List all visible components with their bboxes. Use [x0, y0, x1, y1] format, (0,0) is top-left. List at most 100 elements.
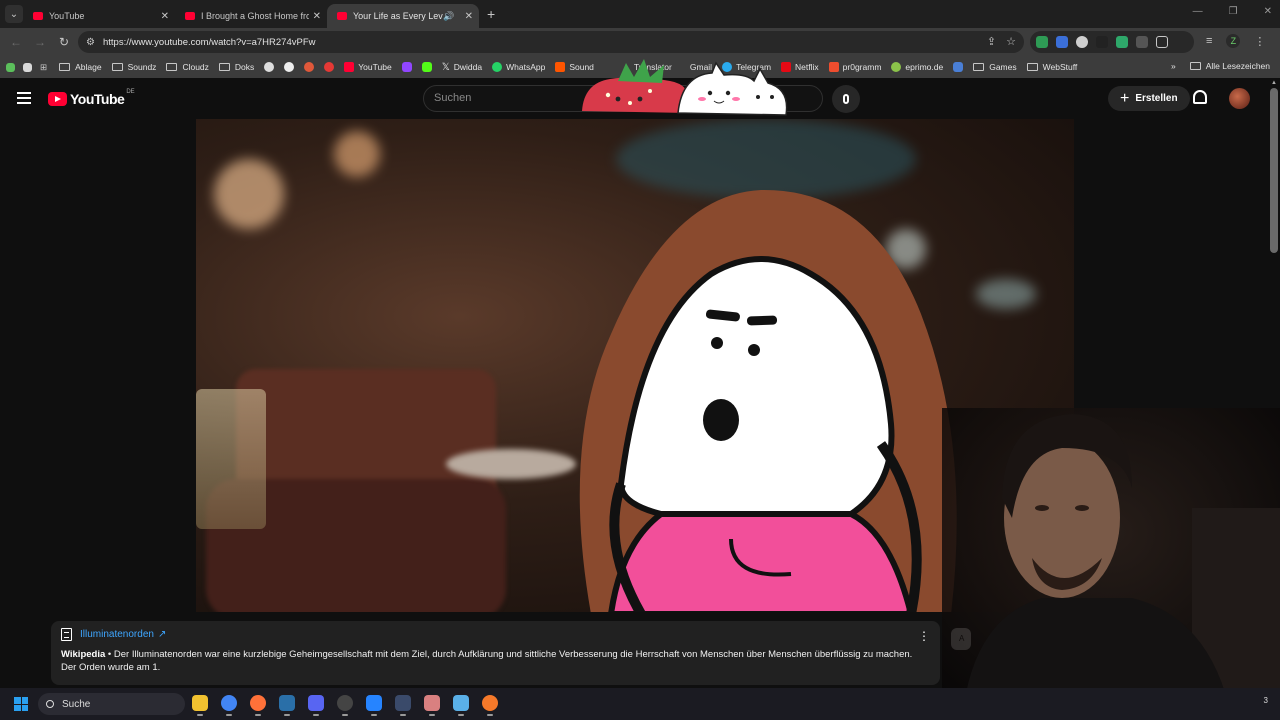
audio-playing-icon[interactable]: 🔊: [443, 11, 454, 22]
reload-icon[interactable]: ↻: [52, 35, 76, 49]
bookmark-icon-only[interactable]: [953, 62, 964, 72]
pr0gramm-icon: [828, 62, 839, 72]
firefox-icon[interactable]: [250, 695, 266, 716]
bookmark-label: pr0gramm: [842, 62, 882, 72]
tab-search-icon[interactable]: ⌄: [5, 5, 23, 23]
chrome-icon[interactable]: [221, 695, 237, 716]
notepad-icon[interactable]: [453, 695, 469, 716]
close-window-icon[interactable]: ✕: [1264, 6, 1272, 17]
folder-icon: [1026, 63, 1038, 71]
info-panel: Illuminatenorden ↗ Wikipedia • Der Illum…: [51, 621, 940, 685]
info-source: Wikipedia: [61, 649, 106, 660]
profile-avatar[interactable]: Z: [1226, 34, 1241, 48]
folder-icon: [1189, 62, 1201, 70]
shield-extension-icon[interactable]: [1036, 36, 1048, 48]
bookmark-youtube[interactable]: YouTube: [344, 62, 392, 72]
youtube-logo[interactable]: YouTube DE: [48, 89, 135, 107]
apps-grid-icon[interactable]: ⊞: [40, 62, 47, 73]
image-viewer-icon[interactable]: [424, 695, 440, 716]
forward-icon[interactable]: →: [28, 35, 52, 49]
bookmark-folder-games[interactable]: Games: [973, 62, 1017, 72]
tab-current-video[interactable]: Your Life as Every Level Of 🔊 ✕: [327, 4, 479, 28]
sourcetree-icon[interactable]: [366, 695, 382, 716]
cast-icon[interactable]: ⇪: [987, 35, 996, 48]
create-button[interactable]: + Erstellen: [1108, 86, 1190, 111]
taskbar-search-box[interactable]: Suche: [38, 693, 185, 715]
bookmark-pr0gramm[interactable]: pr0gramm: [828, 62, 882, 72]
hamburger-menu-icon[interactable]: [17, 92, 31, 107]
discord-icon[interactable]: [308, 695, 324, 716]
voice-search-icon[interactable]: [832, 85, 860, 113]
tab-youtube[interactable]: YouTube ✕: [23, 4, 175, 28]
address-bar[interactable]: ⚙ https://www.youtube.com/watch?v=a7HR27…: [78, 31, 1024, 53]
youtube-favicon-icon: [337, 12, 347, 20]
strawberry-sticker: [582, 77, 691, 113]
x-logo-icon: 𝕏: [441, 61, 450, 73]
bookmark-label: Dwidda: [453, 62, 483, 72]
windows-start-icon[interactable]: [14, 697, 28, 711]
screenshot-extension-icon[interactable]: [1056, 36, 1068, 48]
browser-menu-icon[interactable]: ⋮: [1254, 35, 1265, 48]
close-tab-icon[interactable]: ✕: [161, 11, 169, 22]
scroll-up-icon[interactable]: ▲: [1271, 80, 1277, 86]
search-icon: [46, 700, 54, 708]
soundcloud-icon: [555, 62, 566, 72]
sticker-overlay: [582, 59, 788, 116]
bookmark-eprimo[interactable]: eprimo.de: [891, 62, 943, 72]
bookmarks-overflow-icon[interactable]: »: [1171, 61, 1176, 71]
folder-icon: [111, 63, 123, 71]
site-info-icon[interactable]: ⚙: [86, 37, 95, 48]
folder-icon: [166, 63, 178, 71]
more-options-icon[interactable]: ⋮: [918, 629, 930, 643]
maximize-icon[interactable]: ❐: [1229, 6, 1238, 17]
bookmark-icon-only[interactable]: [284, 62, 295, 72]
page-scrollbar[interactable]: [1270, 88, 1278, 253]
youtube-play-icon: [48, 92, 67, 106]
bookmark-icon-only[interactable]: [324, 62, 335, 72]
info-panel-text: Wikipedia • Der Illuminatenorden war ein…: [61, 648, 921, 674]
tab-extension-icon[interactable]: [1136, 36, 1148, 48]
bookmark-whatsapp[interactable]: WhatsApp: [492, 62, 545, 72]
bookmark-folder-ablage[interactable]: Ablage: [59, 62, 102, 72]
bookmark-label: YouTube: [358, 62, 392, 72]
s-extension-icon[interactable]: [1116, 36, 1128, 48]
steam-icon[interactable]: [279, 695, 295, 716]
cookie-extension-icon[interactable]: [1076, 36, 1088, 48]
back-icon[interactable]: ←: [4, 35, 28, 49]
create-label: Erstellen: [1135, 93, 1178, 104]
minimize-icon[interactable]: —: [1193, 6, 1203, 17]
bokeh-light: [214, 159, 284, 229]
file-explorer-icon[interactable]: [192, 695, 208, 716]
bookmark-folder-doks[interactable]: Doks: [218, 62, 254, 72]
bookmark-star-icon[interactable]: ☆: [1006, 35, 1016, 48]
info-panel-title-link[interactable]: Illuminatenorden ↗: [61, 628, 930, 641]
notifications-bell-icon[interactable]: [1193, 90, 1207, 104]
bookmark-folder-webstuff[interactable]: WebStuff: [1026, 62, 1077, 72]
bookmark-folder-soundz[interactable]: Soundz: [111, 62, 156, 72]
extensions-puzzle-icon[interactable]: [1156, 36, 1168, 48]
bookmark-icon-only[interactable]: [264, 62, 275, 72]
kick-icon[interactable]: [421, 62, 432, 72]
folder-icon: [218, 63, 230, 71]
audio-editor-icon[interactable]: [395, 695, 411, 716]
close-tab-icon[interactable]: ✕: [465, 11, 473, 22]
obs-icon[interactable]: [337, 695, 353, 716]
blender-icon[interactable]: [482, 695, 498, 716]
bookmark-folder-cloudz[interactable]: Cloudz: [166, 62, 209, 72]
mustache-extension-icon[interactable]: [1096, 36, 1108, 48]
twitch-icon[interactable]: [401, 62, 412, 72]
app-shortcut-icon[interactable]: [6, 62, 15, 72]
taskbar-apps: [192, 695, 498, 716]
all-bookmarks-folder[interactable]: Alle Lesezeichen: [1189, 61, 1270, 71]
bookmark-icon-only[interactable]: [304, 62, 315, 72]
cartoon-character: [579, 189, 957, 612]
app-shortcut-icon[interactable]: [23, 62, 32, 72]
new-tab-button[interactable]: +: [487, 6, 495, 22]
bookmark-dwidda[interactable]: 𝕏 Dwidda: [442, 62, 482, 73]
account-avatar[interactable]: [1229, 88, 1250, 109]
info-description: • Der Illuminatenorden war eine kurzlebi…: [61, 649, 913, 673]
external-link-icon: ↗: [157, 629, 167, 640]
reading-list-icon[interactable]: ≡: [1206, 35, 1212, 47]
close-tab-icon[interactable]: ✕: [313, 11, 321, 22]
tab-ghost-video[interactable]: I Brought a Ghost Home from V ✕: [175, 4, 327, 28]
